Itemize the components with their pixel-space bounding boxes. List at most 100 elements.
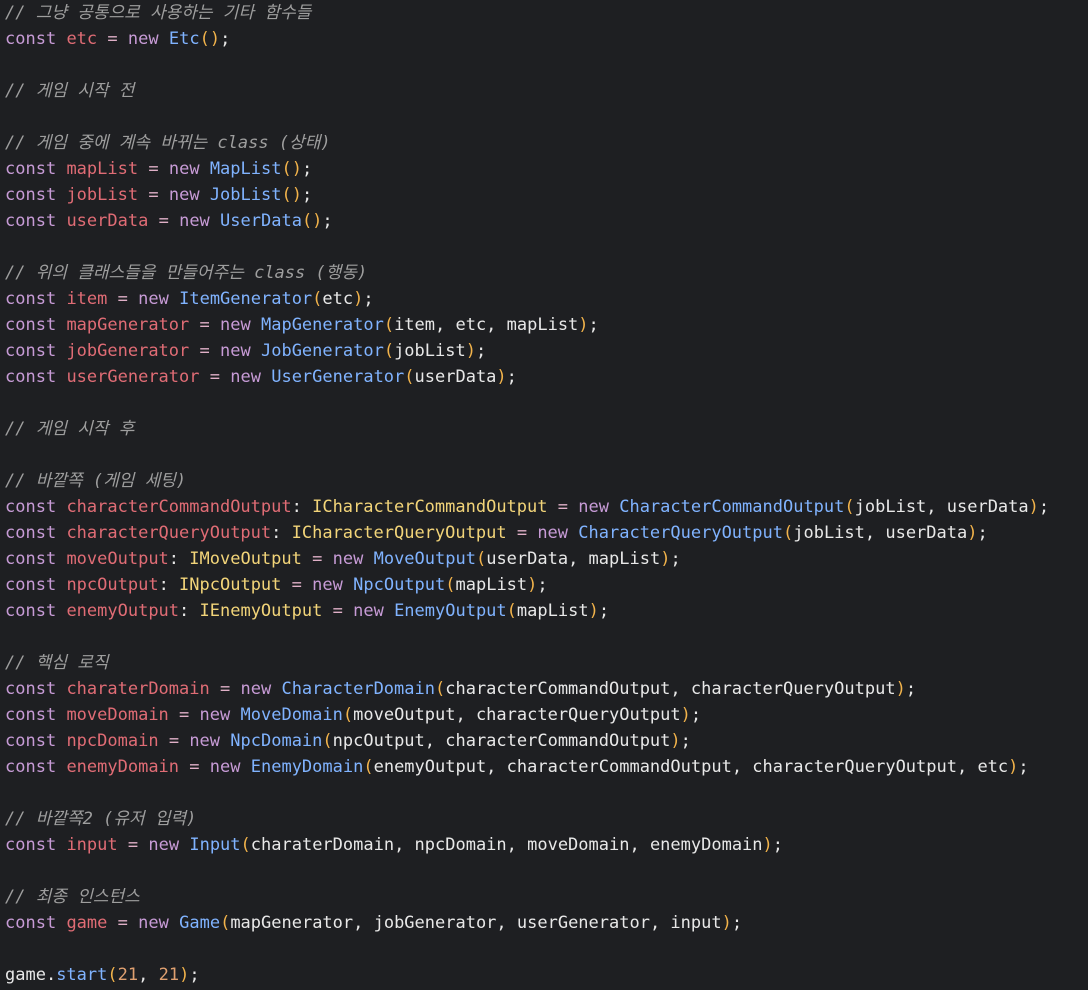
code-keyword: const <box>5 289 57 309</box>
code-text: npcOutput, characterCommandOutput <box>332 731 671 751</box>
code-keyword: new <box>312 575 343 595</box>
code-line: // 바깥쪽2 (유저 입력) <box>5 806 1088 832</box>
code-comment: // 게임 중에 계속 바뀌는 class (상태) <box>5 133 331 153</box>
code-keyword: const <box>5 185 57 205</box>
code-punctuation: ) <box>353 289 364 309</box>
code-punctuation: ) <box>660 549 671 569</box>
code-keyword: new <box>220 341 251 361</box>
code-editor[interactable]: // 그냥 공통으로 사용하는 기타 함수들 const etc = new Et… <box>0 0 1088 990</box>
code-keyword: new <box>332 549 364 569</box>
code-text: ; <box>363 289 374 309</box>
code-keyword: const <box>5 913 57 933</box>
code-text: moveOutput, characterQueryOutput <box>353 705 681 725</box>
code-line: const input = new Input(charaterDomain, … <box>5 832 1088 858</box>
code-text: mapList <box>516 601 589 621</box>
code-keyword: const <box>5 341 57 361</box>
code-punctuation: ( <box>107 965 118 985</box>
code-text: : <box>158 575 180 595</box>
code-identifier: Game <box>179 913 221 933</box>
code-variable: input <box>66 835 118 855</box>
code-keyword: const <box>5 679 57 699</box>
code-punctuation: ( <box>383 315 395 335</box>
code-identifier: MoveOutput <box>373 549 476 569</box>
code-identifier: CharacterDomain <box>281 679 435 699</box>
code-operator: = <box>179 705 190 725</box>
code-text: ; <box>731 913 743 933</box>
code-keyword: const <box>5 601 57 621</box>
code-comment: // 최종 인스턴스 <box>5 887 140 907</box>
code-variable: moveDomain <box>66 705 169 725</box>
code-text: etc <box>322 289 354 309</box>
code-keyword: new <box>537 523 569 543</box>
code-text: game. <box>5 965 57 985</box>
code-text: mapList <box>455 575 528 595</box>
code-variable: etc <box>66 29 98 49</box>
code-comment: // 핵심 로직 <box>5 653 109 673</box>
code-line: // 그냥 공통으로 사용하는 기타 함수들 <box>5 0 1088 26</box>
code-punctuation: ( <box>506 601 517 621</box>
code-line: const game = new Game(mapGenerator, jobG… <box>5 910 1088 936</box>
code-punctuation: ) <box>721 913 732 933</box>
code-number: 21 <box>158 965 180 985</box>
code-variable: userGenerator <box>66 367 200 387</box>
code-comment: // 게임 시작 후 <box>5 419 135 439</box>
code-punctuation: ) <box>578 315 589 335</box>
code-text: ; <box>977 523 988 543</box>
code-keyword: new <box>168 159 200 179</box>
code-keyword: new <box>220 315 251 335</box>
code-punctuation: ( <box>844 497 855 517</box>
code-variable: characterCommandOutput <box>66 497 292 517</box>
code-text: ; <box>588 315 599 335</box>
code-variable: jobGenerator <box>66 341 190 361</box>
code-keyword: new <box>209 757 241 777</box>
code-punctuation: ) <box>527 575 538 595</box>
code-text: ; <box>772 835 784 855</box>
code-line: const userGenerator = new UserGenerator(… <box>5 364 1088 390</box>
code-type: IMoveOutput <box>189 549 302 569</box>
code-area[interactable]: // 그냥 공통으로 사용하는 기타 함수들 const etc = new Et… <box>0 0 1088 988</box>
code-text: charaterDomain, npcDomain, moveDomain, e… <box>250 835 763 855</box>
code-operator: = <box>332 601 343 621</box>
code-identifier: MapList <box>209 159 282 179</box>
code-variable: userData <box>66 211 149 231</box>
code-identifier: MoveDomain <box>240 705 343 725</box>
code-text: jobList <box>394 341 466 361</box>
code-comment: // 게임 시작 전 <box>5 81 135 101</box>
code-punctuation: ( <box>475 549 487 569</box>
code-variable: enemyDomain <box>66 757 180 777</box>
code-text: ; <box>1038 497 1050 517</box>
code-type: INpcOutput <box>179 575 282 595</box>
code-text: : <box>271 523 292 543</box>
code-identifier: EnemyDomain <box>250 757 364 777</box>
code-keyword: const <box>5 367 57 387</box>
code-text: ; <box>690 705 702 725</box>
code-line: const moveDomain = new MoveDomain(moveOu… <box>5 702 1088 728</box>
code-keyword: new <box>148 835 180 855</box>
